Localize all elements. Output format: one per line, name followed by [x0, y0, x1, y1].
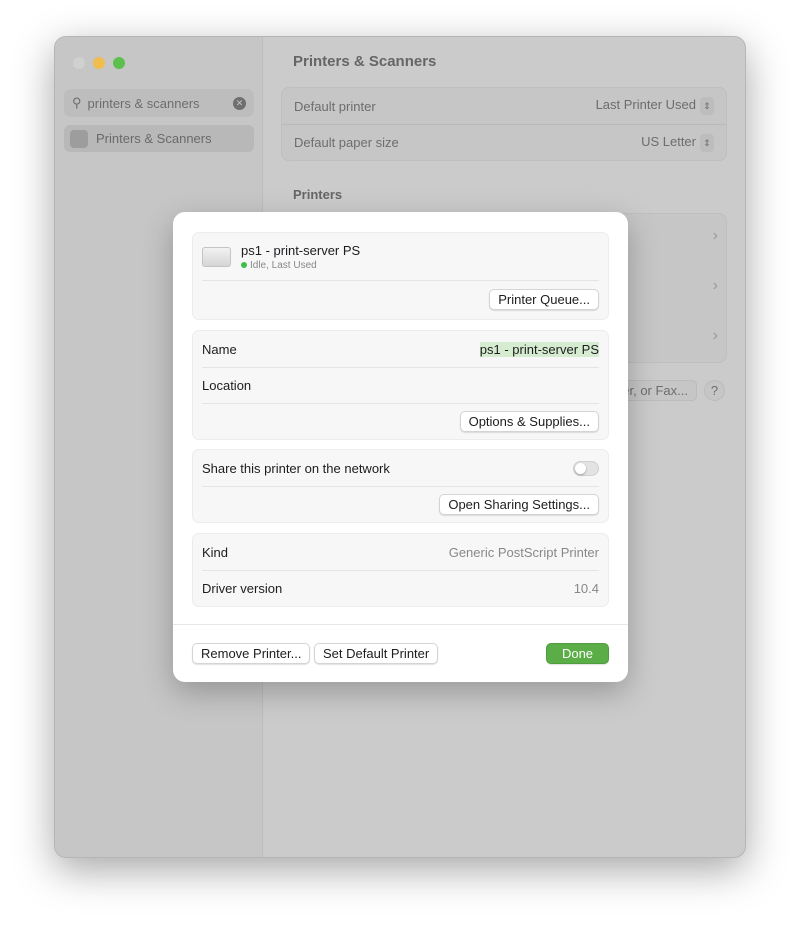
printer-info-dialog: ps1 - print-server PS Idle, Last Used Pr… [173, 212, 628, 682]
stepper-icon: ⇕ [700, 97, 714, 115]
search-icon: ⚲ [72, 95, 82, 110]
clear-search-icon[interactable]: ✕ [233, 96, 246, 110]
default-printer-row: Default printer Last Printer Used ⇕ [282, 88, 726, 124]
printer-queue-button[interactable]: Printer Queue... [489, 289, 599, 310]
chevron-right-icon[interactable]: › [713, 227, 718, 245]
chevron-right-icon[interactable]: › [713, 327, 718, 345]
minimize-window-button[interactable] [93, 57, 105, 69]
zoom-window-button[interactable] [113, 57, 125, 69]
printer-status: Idle, Last Used [250, 259, 317, 271]
name-label: Name [202, 341, 237, 357]
kind-label: Kind [202, 544, 229, 560]
share-label: Share this printer on the network [202, 460, 390, 476]
location-field[interactable] [449, 377, 599, 395]
options-supplies-button[interactable]: Options & Supplies... [459, 411, 599, 432]
default-paper-select[interactable]: US Letter ⇕ [641, 133, 714, 152]
remove-printer-button[interactable]: Remove Printer... [192, 643, 311, 664]
location-label: Location [202, 378, 252, 393]
divider [173, 624, 628, 625]
printer-icon [202, 246, 231, 267]
help-button[interactable]: ? [704, 380, 725, 401]
chevron-right-icon[interactable]: › [713, 277, 718, 295]
search-value: printers & scanners [87, 95, 200, 111]
driver-version-label: Driver version [202, 581, 283, 596]
default-paper-row: Default paper size US Letter ⇕ [282, 124, 726, 160]
status-dot-icon [241, 261, 247, 268]
kind-value: Generic PostScript Printer [448, 544, 599, 560]
page-title: Printers & Scanners [293, 53, 437, 70]
default-printer-select[interactable]: Last Printer Used ⇕ [596, 97, 714, 115]
sharing-section: Share this printer on the network Open S… [192, 449, 609, 523]
defaults-panel: Default printer Last Printer Used ⇕ Defaul… [281, 87, 727, 161]
done-button[interactable]: Done [546, 643, 609, 664]
name-field[interactable]: ps1 - print-server PS [479, 341, 599, 357]
printer-details-section: Name ps1 - print-server PS Location Optio… [192, 330, 609, 440]
printer-summary-section: ps1 - print-server PS Idle, Last Used Pr… [192, 232, 609, 320]
set-default-printer-button[interactable]: Set Default Printer [314, 643, 439, 664]
printer-name: ps1 - print-server PS [241, 242, 361, 258]
close-window-button[interactable] [73, 57, 85, 69]
share-toggle[interactable] [573, 460, 599, 476]
driver-info-section: Kind Generic PostScript Printer Driver ve… [192, 533, 609, 607]
search-input[interactable]: ⚲ printers & scanners ✕ [64, 89, 254, 117]
sidebar-item-printers-scanners[interactable]: Printers & Scanners [64, 125, 254, 152]
open-sharing-settings-button[interactable]: Open Sharing Settings... [439, 494, 599, 515]
printer-icon [70, 129, 88, 148]
sidebar-item-label: Printers & Scanners [96, 131, 212, 146]
default-paper-label: Default paper size [294, 135, 399, 150]
driver-version-value: 10.4 [573, 581, 599, 596]
stepper-icon: ⇕ [700, 133, 714, 152]
printers-heading: Printers [293, 187, 343, 202]
default-printer-label: Default printer [294, 98, 376, 114]
